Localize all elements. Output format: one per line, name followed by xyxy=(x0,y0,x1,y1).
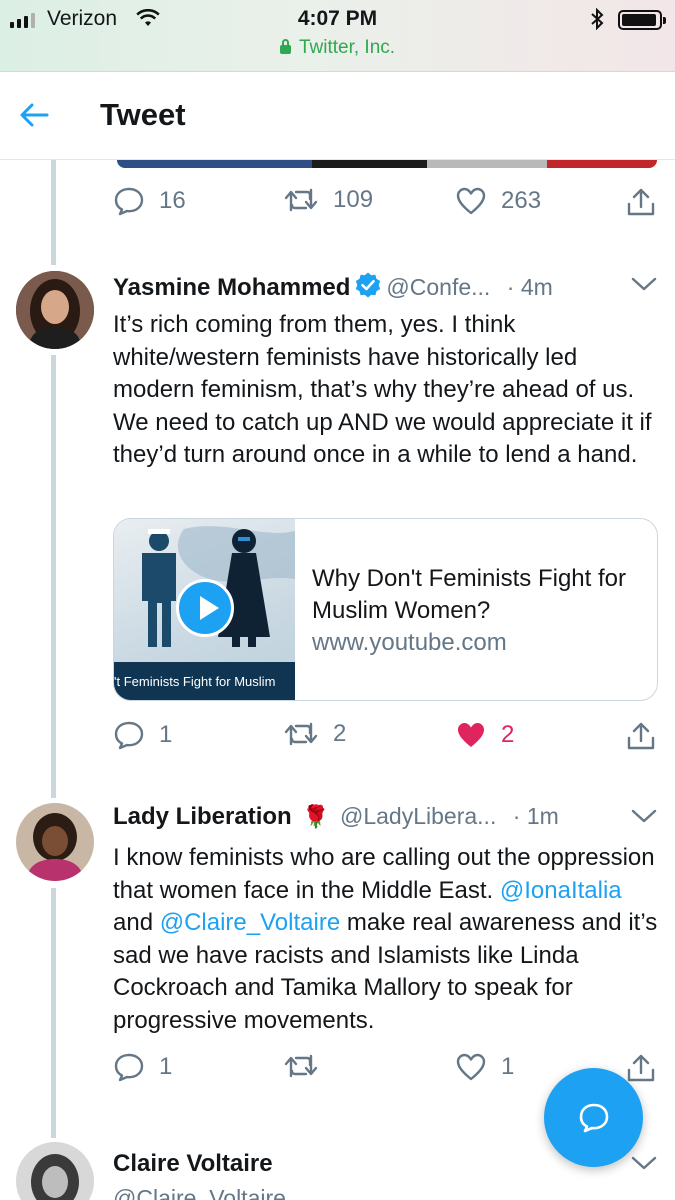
thread-connector xyxy=(51,160,56,265)
previous-tweet-media[interactable] xyxy=(117,160,657,168)
battery-icon xyxy=(618,10,666,30)
speech-bubble-icon xyxy=(114,721,144,750)
video-thumbnail: 't Feminists Fight for Muslim xyxy=(114,519,295,700)
tweet-text-part: and xyxy=(113,909,160,936)
site-identity: Twitter, Inc. xyxy=(0,37,675,59)
thread-connector xyxy=(51,888,56,1138)
chevron-down-icon[interactable] xyxy=(630,1154,658,1172)
avatar-photo xyxy=(16,1142,94,1200)
status-bar: Verizon 4:07 PM Twitter, Inc. xyxy=(0,0,675,72)
retweet-button[interactable] xyxy=(283,1052,333,1080)
avatar[interactable] xyxy=(16,1142,94,1200)
compose-reply-button[interactable] xyxy=(544,1068,643,1167)
like-button[interactable]: 2 xyxy=(455,720,514,750)
retweet-button[interactable]: 109 xyxy=(283,186,373,214)
author-name[interactable]: Lady Liberation xyxy=(113,803,292,830)
author-handle[interactable]: @Claire_Voltaire xyxy=(113,1185,286,1200)
avatar[interactable] xyxy=(16,271,94,349)
play-button-icon[interactable] xyxy=(176,579,234,637)
share-button[interactable] xyxy=(625,1052,657,1084)
heart-icon xyxy=(456,1053,486,1081)
share-icon xyxy=(627,1054,655,1082)
bluetooth-icon xyxy=(591,8,604,30)
avatar[interactable] xyxy=(16,803,94,881)
page-title: Tweet xyxy=(100,97,186,132)
tweet-header: Lady Liberation 🌹 @LadyLibera... · 1m xyxy=(113,803,658,835)
retweet-icon xyxy=(284,1054,318,1078)
share-button[interactable] xyxy=(625,186,657,218)
heart-icon xyxy=(456,187,486,215)
retweet-count: 109 xyxy=(333,186,374,213)
share-icon xyxy=(627,722,655,750)
reply-count: 16 xyxy=(159,187,186,214)
top-app-bar: Tweet xyxy=(0,73,675,160)
author-name[interactable]: Claire Voltaire xyxy=(113,1150,273,1177)
reply-count: 1 xyxy=(159,721,173,748)
tweet-header: Yasmine Mohammed @Confe... · 4m xyxy=(113,271,658,303)
tweet-text: I know feminists who are calling out the… xyxy=(113,842,658,1037)
share-icon xyxy=(627,188,655,216)
card-title[interactable]: Why Don't Feminists Fight for Muslim Wom… xyxy=(312,563,642,627)
retweet-count: 2 xyxy=(333,720,347,747)
link-card[interactable]: 't Feminists Fight for Muslim Why Don't … xyxy=(113,518,658,701)
speech-bubble-icon xyxy=(114,1053,144,1082)
like-count: 1 xyxy=(501,1053,515,1080)
tweet-timestamp: · 4m xyxy=(506,274,553,300)
retweet-button[interactable]: 2 xyxy=(283,720,346,748)
avatar-photo xyxy=(16,803,94,881)
verified-badge-icon xyxy=(356,272,381,298)
arrow-left-icon[interactable] xyxy=(18,101,50,129)
author-handle[interactable]: @LadyLibera... xyxy=(340,803,496,829)
author-name[interactable]: Yasmine Mohammed xyxy=(113,274,350,301)
site-name: Twitter, Inc. xyxy=(298,37,396,58)
rose-emoji: 🌹 xyxy=(302,804,330,829)
tweet-text: It’s rich coming from them, yes. I think… xyxy=(113,311,652,468)
like-count: 2 xyxy=(501,721,515,748)
mention-link[interactable]: @IonaItalia xyxy=(500,877,622,904)
share-button[interactable] xyxy=(625,720,657,752)
card-domain: www.youtube.com xyxy=(312,629,507,656)
clock: 4:07 PM xyxy=(297,7,378,30)
tweet-timestamp: · 1m xyxy=(512,803,559,829)
like-button[interactable]: 1 xyxy=(455,1052,514,1082)
compose-reply-icon xyxy=(579,1103,608,1132)
reply-button[interactable]: 1 xyxy=(113,720,172,750)
author-handle[interactable]: @Confe... xyxy=(386,274,490,300)
speech-bubble-icon xyxy=(114,187,144,216)
mention-link[interactable]: @Claire_Voltaire xyxy=(160,909,340,936)
retweet-icon xyxy=(284,188,318,212)
chevron-down-icon[interactable] xyxy=(630,807,658,825)
avatar-photo xyxy=(16,271,94,349)
chevron-down-icon[interactable] xyxy=(630,275,658,293)
lock-icon xyxy=(279,39,291,54)
reply-count: 1 xyxy=(159,1053,173,1080)
like-count: 263 xyxy=(501,187,542,214)
previous-tweet-actions: 16 109 263 xyxy=(113,186,658,222)
reply-button[interactable]: 1 xyxy=(113,1052,172,1082)
reply-button[interactable]: 16 xyxy=(113,186,186,216)
heart-filled-icon xyxy=(458,723,484,747)
thread-connector xyxy=(51,355,56,798)
tweet-actions: 1 2 2 xyxy=(113,720,658,756)
thumbnail-caption: 't Feminists Fight for Muslim xyxy=(114,662,295,700)
retweet-icon xyxy=(284,722,318,746)
like-button[interactable]: 263 xyxy=(455,186,541,216)
